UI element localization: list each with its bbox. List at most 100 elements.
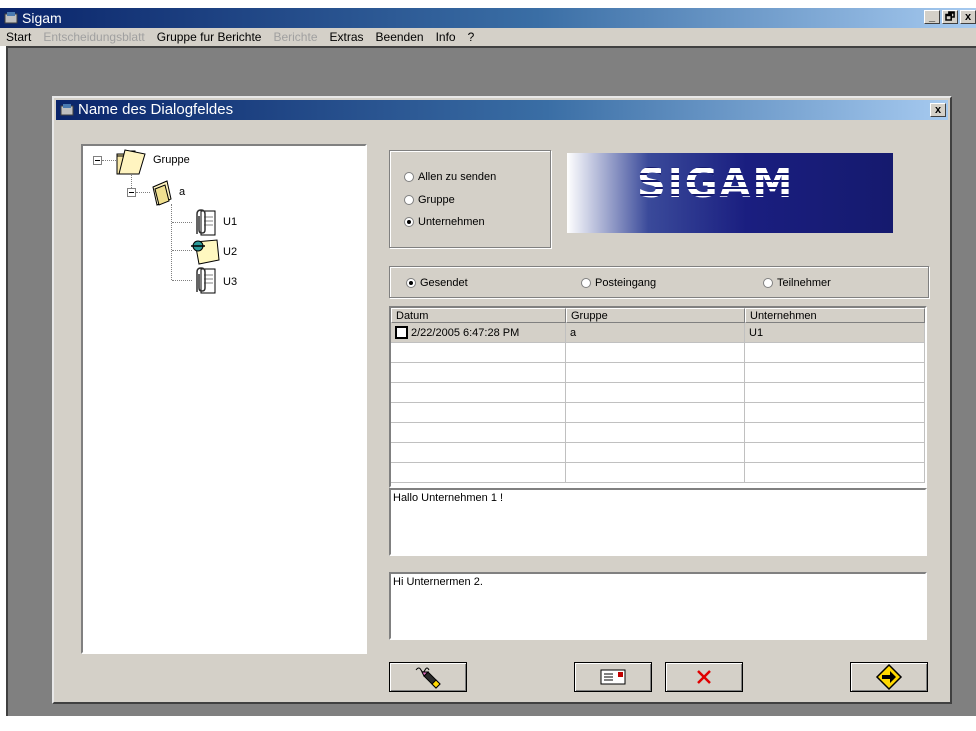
logo-text: SIGAM: [637, 161, 795, 207]
empty-cell: [391, 443, 566, 463]
app-titlebar[interactable]: Sigam _ 🗗 x: [0, 8, 976, 28]
empty-cell: [391, 403, 566, 423]
next-button[interactable]: [850, 662, 928, 692]
empty-cell: [745, 383, 925, 403]
dialog-window: Name des Dialogfeldes x Gruppe a U1 U2 U…: [52, 96, 952, 704]
menu-bar: Start Entscheidungsblatt Gruppe fur Beri…: [0, 28, 976, 46]
minimize-button[interactable]: _: [924, 10, 940, 24]
tree-label-group[interactable]: a: [179, 186, 185, 198]
tree-label-u3[interactable]: U3: [223, 276, 237, 288]
menu-start[interactable]: Start: [0, 30, 37, 44]
open-folder-icon: [116, 149, 146, 175]
column-header-datum[interactable]: Datum: [391, 308, 566, 323]
window-controls: _ 🗗 x: [924, 10, 976, 24]
radio-label: Unternehmen: [418, 216, 485, 228]
message-view[interactable]: Hallo Unternehmen 1 !: [389, 488, 927, 556]
paperclip-icon: [196, 267, 216, 294]
radio-teilnehmer[interactable]: Teilnehmer: [763, 277, 831, 289]
menu-info[interactable]: Info: [430, 30, 462, 44]
delete-button[interactable]: [665, 662, 743, 692]
column-header-gruppe[interactable]: Gruppe: [566, 308, 745, 323]
red-x-icon: [697, 670, 711, 684]
radio-allen-zu-senden[interactable]: Allen zu senden: [404, 171, 496, 183]
dialog-close-button[interactable]: x: [930, 103, 946, 117]
radio-circle: [404, 172, 414, 182]
compose-button[interactable]: [389, 662, 467, 692]
empty-cell: [566, 383, 745, 403]
cell-unternehmen: U1: [745, 323, 925, 343]
message-text: Hallo Unternehmen 1 !: [393, 492, 504, 504]
empty-cell: [745, 463, 925, 483]
close-button[interactable]: x: [960, 10, 976, 24]
row-checkbox[interactable]: [395, 326, 408, 339]
radio-gruppe[interactable]: Gruppe: [404, 194, 455, 206]
radio-label: Allen zu senden: [418, 171, 497, 183]
column-header-unternehmen[interactable]: Unternehmen: [745, 308, 925, 323]
grid-header: Datum Gruppe Unternehmen: [391, 308, 925, 323]
dialog-title: Name des Dialogfeldes: [78, 101, 234, 118]
app-icon: [4, 12, 18, 24]
empty-cell: [391, 463, 566, 483]
empty-cell: [745, 423, 925, 443]
folder-options-group: Gesendet Posteingang Teilnehmer: [389, 266, 929, 298]
pen-icon: [415, 667, 441, 689]
radio-gesendet[interactable]: Gesendet: [406, 277, 468, 289]
collapse-toggle-root[interactable]: [93, 156, 102, 165]
empty-cell: [391, 383, 566, 403]
empty-cell: [566, 363, 745, 383]
paperclip-icon: [196, 209, 216, 236]
reply-text: Hi Unternermen 2.: [393, 576, 483, 588]
dialog-titlebar[interactable]: Name des Dialogfeldes x: [56, 100, 948, 120]
empty-cell: [745, 443, 925, 463]
empty-cell: [566, 403, 745, 423]
cell-datum-text: 2/22/2005 6:47:28 PM: [411, 326, 520, 339]
menu-berichte: Berichte: [273, 30, 318, 44]
radio-circle: [404, 195, 414, 205]
reply-input[interactable]: Hi Unternermen 2.: [389, 572, 927, 640]
radio-label: Posteingang: [595, 277, 657, 289]
radio-unternehmen[interactable]: Unternehmen: [404, 216, 485, 228]
empty-cell: [745, 343, 925, 363]
empty-cell: [566, 343, 745, 363]
empty-cell: [745, 403, 925, 423]
menu-beenden[interactable]: Beenden: [370, 30, 430, 44]
menu-gruppe-fur-berichte[interactable]: Gruppe fur Berichte: [151, 30, 268, 44]
radio-circle: [581, 278, 591, 288]
table-row: [391, 443, 925, 463]
sigam-logo: SIGAM: [567, 153, 893, 233]
tree-label-u2[interactable]: U2: [223, 246, 237, 258]
arrow-right-icon: [875, 663, 903, 691]
empty-cell: [391, 343, 566, 363]
radio-circle-checked: [406, 278, 416, 288]
send-options-group: Allen zu senden Gruppe Unternehmen: [389, 150, 551, 248]
radio-label: Gruppe: [418, 194, 455, 206]
table-row[interactable]: 2/22/2005 6:47:28 PM a U1: [391, 323, 925, 343]
empty-cell: [391, 423, 566, 443]
radio-circle-checked: [404, 217, 414, 227]
radio-label: Gesendet: [420, 277, 468, 289]
collapse-toggle-group[interactable]: [127, 188, 136, 197]
radio-circle: [763, 278, 773, 288]
empty-cell: [745, 363, 925, 383]
table-row: [391, 343, 925, 363]
letter-icon: [600, 669, 626, 685]
app-title: Sigam: [22, 10, 62, 26]
tree-label-root[interactable]: Gruppe: [153, 154, 190, 166]
table-row: [391, 423, 925, 443]
menu-help[interactable]: ?: [462, 30, 481, 44]
tree-label-u1[interactable]: U1: [223, 216, 237, 228]
cell-gruppe: a: [566, 323, 745, 343]
cell-datum: 2/22/2005 6:47:28 PM: [391, 323, 566, 343]
restore-button[interactable]: 🗗: [942, 10, 958, 24]
radio-label: Teilnehmer: [777, 277, 831, 289]
menu-extras[interactable]: Extras: [324, 30, 370, 44]
message-button[interactable]: [574, 662, 652, 692]
table-row: [391, 363, 925, 383]
message-grid[interactable]: Datum Gruppe Unternehmen 2/22/2005 6:47:…: [389, 306, 927, 488]
radio-posteingang[interactable]: Posteingang: [581, 277, 656, 289]
table-row: [391, 383, 925, 403]
table-row: [391, 463, 925, 483]
empty-cell: [566, 463, 745, 483]
tree-view[interactable]: Gruppe a U1 U2 U3: [81, 144, 367, 654]
empty-cell: [566, 423, 745, 443]
